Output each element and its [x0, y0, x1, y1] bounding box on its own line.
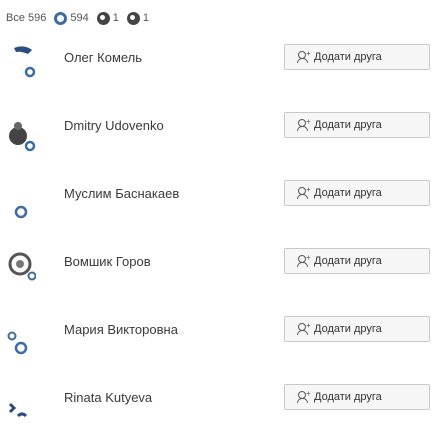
add-friend-button[interactable]: + Додати друга	[284, 316, 430, 342]
list-item: Вомшик Горов + Додати друга	[0, 240, 437, 308]
add-friend-label: Додати друга	[314, 119, 382, 131]
avatar[interactable]	[6, 390, 36, 434]
add-friend-button[interactable]: + Додати друга	[284, 180, 430, 206]
avatar[interactable]	[6, 318, 36, 362]
tab-second-count: 1	[112, 12, 119, 24]
add-friend-label: Додати друга	[314, 391, 382, 403]
add-friend-label: Додати друга	[314, 187, 382, 199]
tab-third-count: 1	[142, 12, 149, 24]
person-name[interactable]: Вомшик Горов	[64, 254, 151, 269]
add-user-icon: +	[297, 321, 311, 335]
list-item: Dmitry Udovenko + Додати друга	[0, 104, 437, 172]
status-dot-icon	[126, 11, 140, 25]
avatar[interactable]	[6, 190, 36, 234]
add-user-icon: +	[297, 117, 311, 131]
list-item: Rinata Kutyeva + Додати друга	[0, 376, 437, 436]
tab-all-count: 596	[27, 12, 47, 24]
person-name[interactable]: Мария Викторовна	[64, 322, 178, 337]
add-user-icon: +	[297, 389, 311, 403]
person-name[interactable]: Rinata Kutyeva	[64, 390, 152, 405]
add-user-icon: +	[297, 49, 311, 63]
filter-tabs: Все 596 594 1 1	[0, 0, 437, 36]
add-friend-button[interactable]: + Додати друга	[284, 44, 430, 70]
tab-all[interactable]: Все 596	[6, 12, 46, 24]
add-friend-button[interactable]: + Додати друга	[284, 384, 430, 410]
avatar[interactable]	[6, 46, 36, 90]
add-user-icon: +	[297, 253, 311, 267]
list-item: Олег Комель + Додати друга	[0, 36, 437, 104]
tab-online[interactable]: 594	[54, 11, 89, 25]
people-list: Олег Комель + Додати друга Dmitry Udoven…	[0, 36, 437, 436]
avatar[interactable]	[6, 116, 36, 160]
person-name[interactable]: Муслим Баснакаев	[64, 186, 179, 201]
status-dot-icon	[96, 11, 110, 25]
add-friend-label: Додати друга	[314, 255, 382, 267]
add-user-icon: +	[297, 185, 311, 199]
tab-all-label: Все	[6, 12, 25, 24]
tab-online-count: 594	[70, 12, 89, 24]
tab-second[interactable]: 1	[96, 11, 119, 25]
avatar[interactable]	[6, 244, 36, 288]
person-name[interactable]: Dmitry Udovenko	[64, 118, 164, 133]
add-friend-button[interactable]: + Додати друга	[284, 112, 430, 138]
list-item: Муслим Баснакаев + Додати друга	[0, 172, 437, 240]
add-friend-label: Додати друга	[314, 323, 382, 335]
add-friend-button[interactable]: + Додати друга	[284, 248, 430, 274]
add-friend-label: Додати друга	[314, 51, 382, 63]
circle-icon	[54, 11, 68, 25]
person-name[interactable]: Олег Комель	[64, 50, 142, 65]
tab-third[interactable]: 1	[126, 11, 149, 25]
list-item: Мария Викторовна + Додати друга	[0, 308, 437, 376]
